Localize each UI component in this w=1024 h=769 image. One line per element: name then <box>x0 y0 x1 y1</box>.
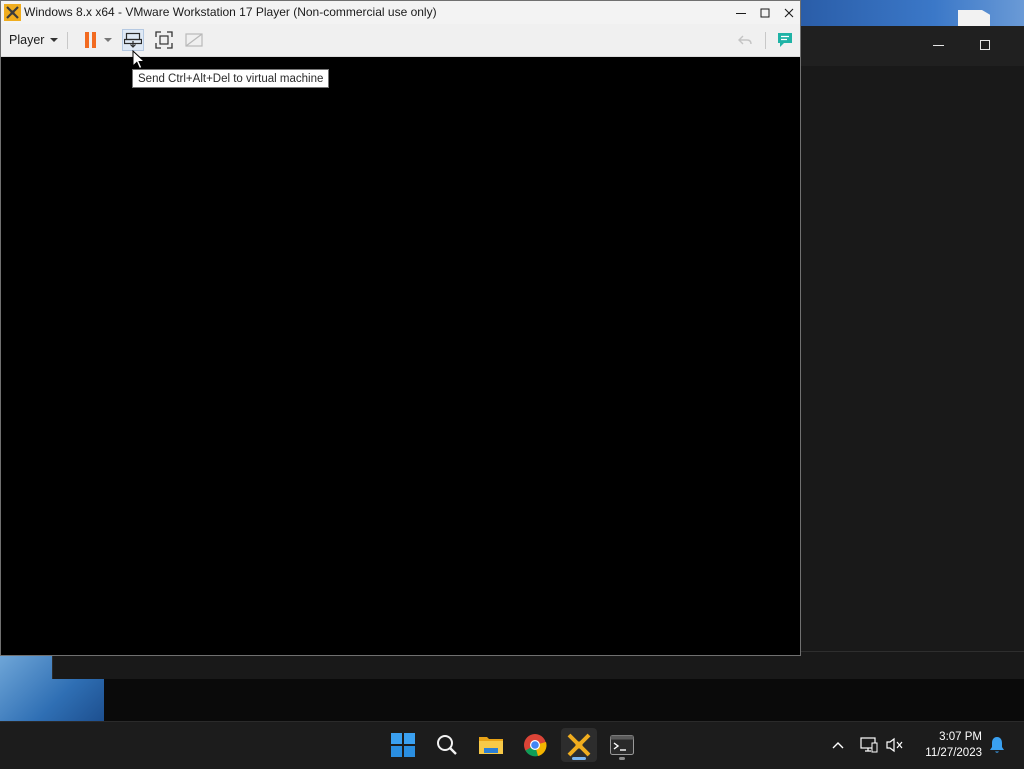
close-icon <box>784 8 794 17</box>
maximize-icon[interactable] <box>980 40 990 50</box>
pause-button[interactable] <box>80 29 102 51</box>
maximize-button[interactable] <box>753 1 777 24</box>
virtual-machine-display[interactable] <box>1 57 800 655</box>
player-menu-button[interactable]: Player <box>5 29 62 51</box>
start-button[interactable] <box>385 728 421 762</box>
unity-icon <box>185 33 203 47</box>
back-button[interactable] <box>734 29 756 51</box>
chrome-icon <box>524 734 547 757</box>
back-arrow-icon <box>738 35 752 45</box>
minimize-icon <box>736 12 746 14</box>
chevron-down-icon <box>104 38 112 42</box>
toolbar-divider <box>67 32 68 49</box>
tooltip-text: Send Ctrl+Alt+Del to virtual machine <box>138 72 324 85</box>
bell-icon <box>990 737 1004 753</box>
minimize-button[interactable] <box>729 1 753 24</box>
chevron-down-icon <box>50 38 59 42</box>
toolbar-divider <box>765 32 766 49</box>
mouse-cursor-icon <box>132 50 146 70</box>
search-button[interactable] <box>429 728 465 762</box>
vmware-logo-icon <box>4 4 21 21</box>
window-title: Windows 8.x x64 - VMware Workstation 17 … <box>24 5 437 19</box>
network-icon <box>860 737 878 753</box>
maximize-icon <box>760 8 770 17</box>
pause-icon <box>85 32 96 48</box>
player-toolbar: Player <box>1 24 800 57</box>
vmware-player-taskbar-button[interactable] <box>561 728 597 762</box>
full-screen-button[interactable] <box>153 29 175 51</box>
desktop-file-icon[interactable] <box>958 10 990 26</box>
volume-button[interactable] <box>884 728 906 762</box>
notifications-button[interactable] <box>986 728 1008 762</box>
clock-time: 3:07 PM <box>939 731 982 743</box>
chevron-up-icon <box>832 742 844 749</box>
close-button[interactable] <box>777 1 801 24</box>
desktop-wallpaper <box>800 0 1024 26</box>
tooltip: Send Ctrl+Alt+Del to virtual machine <box>132 69 330 88</box>
ctrl-alt-del-icon <box>124 32 142 48</box>
full-screen-icon <box>155 31 173 49</box>
network-button[interactable] <box>858 728 880 762</box>
chrome-button[interactable] <box>517 728 553 762</box>
vmware-player-window[interactable]: Windows 8.x x64 - VMware Workstation 17 … <box>0 0 801 656</box>
running-indicator <box>619 757 625 760</box>
power-options-dropdown[interactable] <box>101 29 115 51</box>
search-icon <box>437 735 457 755</box>
windows-start-icon <box>391 733 415 757</box>
clock-date: 11/27/2023 <box>925 747 982 759</box>
show-hidden-icons-button[interactable] <box>828 728 848 762</box>
taskbar: 3:07 PM 11/27/2023 <box>0 721 1024 769</box>
volume-muted-icon <box>886 737 903 753</box>
file-explorer-icon <box>479 737 503 754</box>
active-indicator <box>572 757 586 760</box>
player-menu-label: Player <box>9 33 45 47</box>
clock[interactable]: 3:07 PM 11/27/2023 <box>912 729 982 761</box>
send-ctrl-alt-del-button[interactable] <box>122 29 144 51</box>
file-explorer-button[interactable] <box>473 728 509 762</box>
window-titlebar[interactable]: Windows 8.x x64 - VMware Workstation 17 … <box>1 1 800 24</box>
terminal-icon <box>610 735 634 755</box>
message-log-button[interactable] <box>774 29 796 51</box>
message-log-icon <box>778 33 792 47</box>
unity-button[interactable] <box>183 29 205 51</box>
minimize-icon[interactable] <box>933 45 944 46</box>
terminal-button[interactable] <box>604 728 640 762</box>
vmware-player-icon <box>567 733 591 757</box>
